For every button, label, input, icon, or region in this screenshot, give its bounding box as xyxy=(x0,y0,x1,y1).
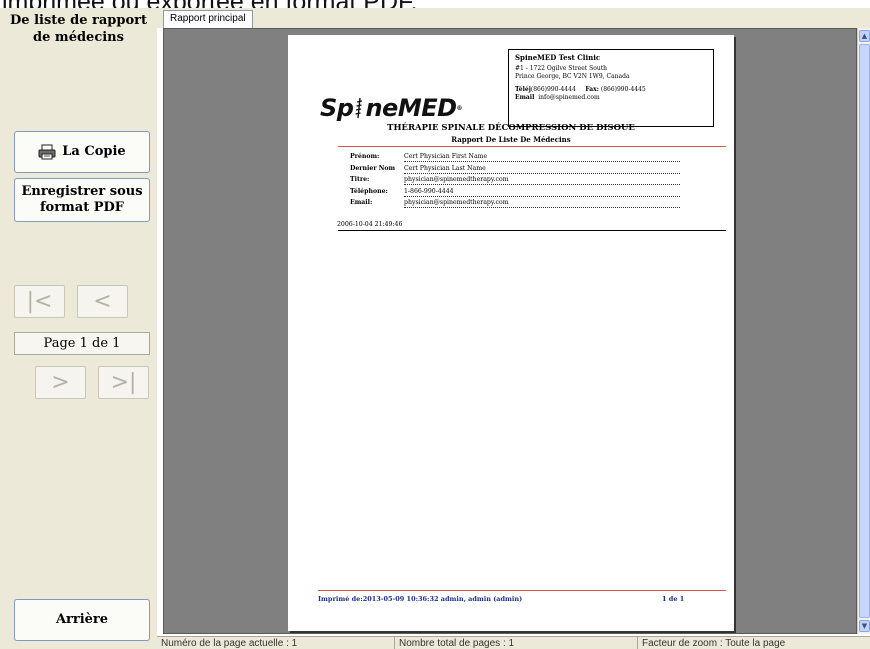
status-zoom: Facteur de zoom : Toute la page xyxy=(642,638,786,649)
spinemed-logo: Sp neMED ® xyxy=(320,94,463,122)
header-divider xyxy=(338,146,726,147)
first-page-button[interactable]: |< xyxy=(14,285,65,318)
save-pdf-button[interactable]: Enregistrer sous format PDF xyxy=(14,178,150,222)
clinic-email-label: Email xyxy=(515,94,535,101)
back-button[interactable]: Arrière xyxy=(14,599,150,641)
field-label: Dernier Nom xyxy=(350,164,396,172)
field-row: Téléphone: 1-866-990-4444 xyxy=(350,188,690,200)
status-total-pages: Nombre total de pages : 1 xyxy=(395,637,638,649)
copy-button-label: La Copie xyxy=(62,144,126,159)
clinic-phone-label: Téléj xyxy=(515,86,531,93)
report-title: THÉRAPIE SPINALE DÉCOMPRESSION DE DISOUE xyxy=(387,123,635,133)
field-label: Prénom: xyxy=(350,153,380,160)
printer-icon xyxy=(38,144,56,160)
clinic-name: SpineMED Test Clinic xyxy=(515,53,601,62)
next-page-button[interactable]: > xyxy=(35,366,86,399)
status-bar: Numéro de la page actuelle : 1 Nombre to… xyxy=(157,636,870,649)
field-label: Titre: xyxy=(350,176,370,183)
report-page: SpineMED Test Clinic #1 - 1722 Ogilve St… xyxy=(288,35,734,631)
clinic-email: info@spinemed.com xyxy=(538,94,600,101)
field-row: Email: physician@spinemedtherapy.com xyxy=(350,199,690,211)
vertical-scrollbar[interactable]: ▲ ▼ xyxy=(857,28,870,634)
scroll-up-icon[interactable]: ▲ xyxy=(859,30,870,42)
clinic-phone-fax: Téléj(866)990-4444 Fax: (866)990-4445 xyxy=(515,86,707,94)
clinic-email-row: Email info@spinemed.com xyxy=(515,94,707,102)
page-indicator: Page 1 de 1 xyxy=(14,332,150,355)
clinic-info-box: SpineMED Test Clinic #1 - 1722 Ogilve St… xyxy=(508,49,714,127)
printed-info: Imprimé de:2013-05-09 10:36:32 admin, ad… xyxy=(318,595,523,603)
clinic-fax-label: Fax: xyxy=(585,86,599,93)
footer-divider xyxy=(318,590,726,591)
spine-icon xyxy=(355,97,363,119)
sidebar-title: De liste de rapport de médecins xyxy=(10,13,147,45)
scroll-thumb[interactable] xyxy=(859,44,870,618)
status-current-page: Numéro de la page actuelle : 1 xyxy=(157,637,395,649)
sidebar-panel: De liste de rapport de médecins La Copie… xyxy=(0,8,157,649)
field-value: 1-866-990-4444 xyxy=(404,188,680,197)
clinic-address-line-1: #1 - 1722 Ogilve Street South xyxy=(515,65,607,72)
logo-trademark: ® xyxy=(456,104,463,112)
record-timestamp: 2006-10-04 21:49:46 xyxy=(337,221,403,228)
field-value: Cert Physician First Name xyxy=(404,153,680,162)
field-value: physician@spinemedtherapy.com xyxy=(404,176,680,185)
logo-text-left: Sp xyxy=(320,94,354,122)
previous-page-button[interactable]: < xyxy=(77,285,128,318)
report-subtitle: Rapport De Liste De Médecins xyxy=(451,135,571,144)
field-label: Email: xyxy=(350,199,373,206)
tab-bar: Rapport principal xyxy=(157,8,870,28)
scroll-down-icon[interactable]: ▼ xyxy=(859,620,870,632)
body-divider xyxy=(338,230,726,231)
clinic-address-line-2: Prince George, BC V2N 1W9, Canada xyxy=(515,73,630,80)
logo-text-right: neMED xyxy=(365,94,457,122)
physician-fields: Prénom: Cert Physician First Name Dernie… xyxy=(350,153,690,211)
footer-page-number: 1 de 1 xyxy=(662,595,685,603)
field-value: physician@spinemedtherapy.com xyxy=(404,199,680,208)
last-page-button[interactable]: >| xyxy=(98,366,149,399)
field-value: Cert Physician Last Name xyxy=(404,165,680,174)
tab-main-report[interactable]: Rapport principal xyxy=(163,10,253,28)
print-copy-button[interactable]: La Copie xyxy=(14,131,150,173)
clinic-phone: (866)990-4444 xyxy=(530,86,576,93)
report-viewer[interactable]: SpineMED Test Clinic #1 - 1722 Ogilve St… xyxy=(163,28,857,634)
field-row: Prénom: Cert Physician First Name xyxy=(350,153,690,165)
field-label: Téléphone: xyxy=(350,187,388,195)
field-row: Dernier Nom Cert Physician Last Name xyxy=(350,165,690,177)
field-row: Titre: physician@spinemedtherapy.com xyxy=(350,176,690,188)
clinic-fax: (866)990-4445 xyxy=(600,86,646,93)
